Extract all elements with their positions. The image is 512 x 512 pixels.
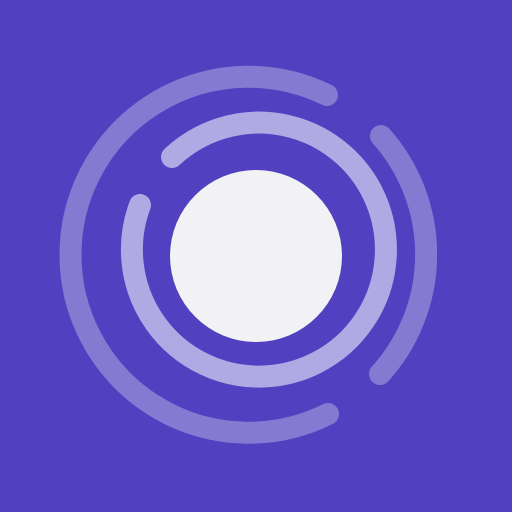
radar-rings-icon xyxy=(0,0,512,512)
app-icon xyxy=(0,0,512,512)
core-dot xyxy=(170,170,342,342)
